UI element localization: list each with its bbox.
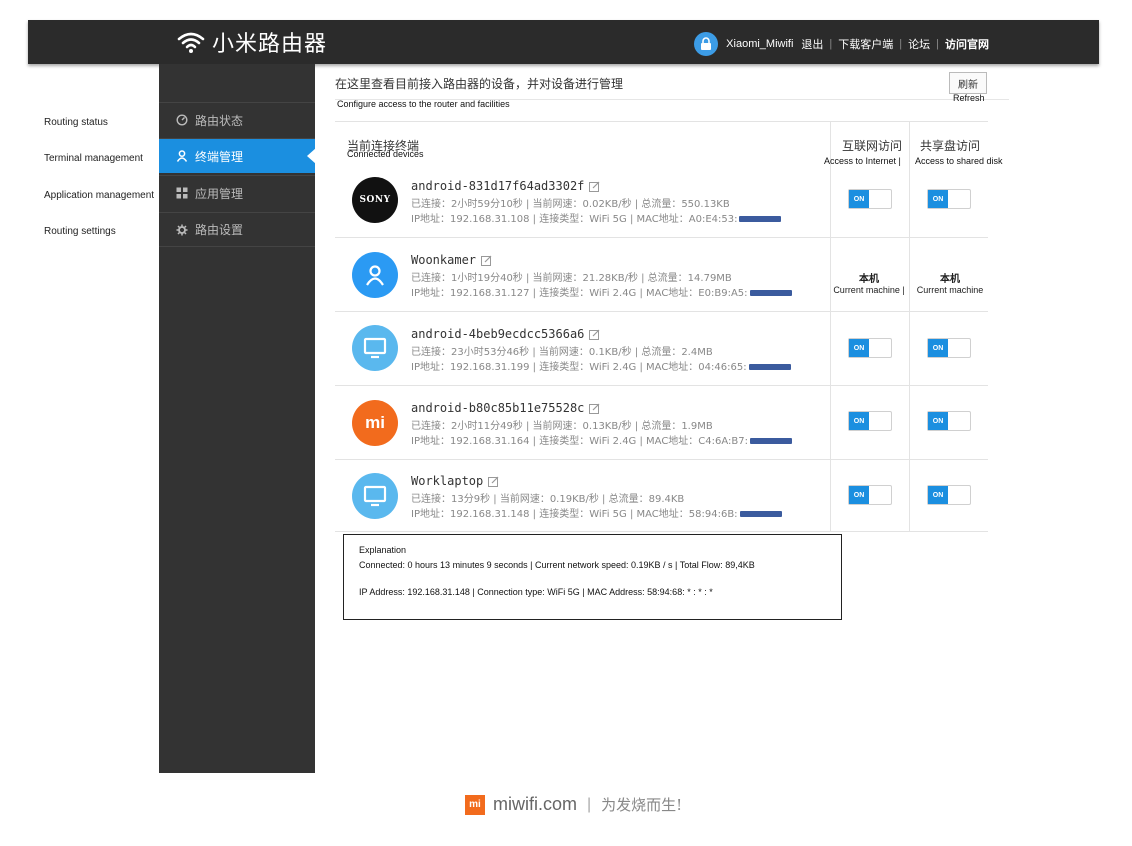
forum-link[interactable]: 论坛 — [908, 36, 930, 52]
annotation-connected-devices: Connected devices — [347, 149, 424, 159]
redaction-bar — [748, 364, 791, 370]
person-icon — [352, 252, 398, 298]
device-name: android-b80c85b11e75528c — [411, 401, 600, 415]
lock-icon — [694, 32, 719, 56]
edit-icon[interactable] — [589, 329, 600, 340]
sidebar-item-label: 路由状态 — [195, 113, 244, 128]
column-header-internet: 互联网访问 — [842, 139, 903, 153]
redaction-bar — [739, 216, 782, 222]
account-name: Xiaomi_Miwifi — [726, 38, 794, 50]
status-icon — [175, 113, 189, 127]
brand[interactable]: 小米路由器 — [176, 28, 328, 57]
explanation-title: Explanation — [359, 545, 407, 555]
explanation-line-2: IP Address: 192.168.31.148 | Connection … — [359, 587, 713, 597]
wifi-icon — [177, 32, 205, 53]
monitor-icon — [352, 473, 398, 519]
current-machine-disk: 本机 Current machine — [916, 274, 984, 295]
disk-access-toggle[interactable]: ON — [927, 411, 971, 431]
edit-icon[interactable] — [589, 403, 600, 414]
device-name: Worklaptop — [411, 474, 499, 488]
internet-access-toggle[interactable]: ON — [848, 338, 892, 358]
device-stats: 已连接：13分9秒 | 当前网速：0.19KB/秒 | 总流量：89.4KB — [411, 494, 685, 505]
annotation-configure: Configure access to the router and facil… — [337, 99, 510, 109]
refresh-button[interactable]: 刷新 — [949, 72, 987, 94]
monitor-icon — [352, 325, 398, 371]
device-stats: 已连接：2小时59分10秒 | 当前网速：0.02KB/秒 | 总流量：550.… — [411, 199, 730, 210]
divider: | — [936, 38, 939, 50]
footer-site[interactable]: miwifi.com — [493, 794, 577, 815]
logout-link[interactable]: 退出 — [801, 36, 823, 52]
device-network: IP地址：192.168.31.127 | 连接类型：WiFi 2.4G | M… — [411, 284, 792, 299]
annotation-application-management: Application management — [44, 190, 155, 201]
brand-name: 小米路由器 — [212, 32, 328, 57]
user-icon — [175, 149, 189, 163]
redaction-bar — [749, 290, 792, 296]
page-title: 在这里查看目前接入路由器的设备，并对设备进行管理 — [335, 77, 624, 91]
device-network: IP地址：192.168.31.199 | 连接类型：WiFi 2.4G | M… — [411, 358, 791, 373]
divider: | — [899, 38, 903, 50]
mi-logo: mi — [465, 794, 485, 815]
annotation-terminal-management: Terminal management — [44, 153, 143, 164]
edit-icon[interactable] — [589, 181, 600, 192]
sidebar-item-routing-status[interactable]: 路由状态 — [159, 102, 315, 137]
sidebar-item-routing-settings[interactable]: 路由设置 — [159, 212, 315, 247]
account-area: Xiaomi_Miwifi 退出 | 下载客户端 | 论坛 | 访问官网 — [694, 32, 989, 56]
footer-slogan: 为发烧而生! — [601, 796, 683, 814]
sidebar-item-label: 应用管理 — [195, 186, 244, 201]
top-bar: 小米路由器 Xiaomi_Miwifi 退出 | 下载客户端 | 论坛 | 访问… — [28, 20, 1099, 64]
column-header-disk: 共享盘访问 — [920, 139, 981, 153]
disk-access-toggle[interactable]: ON — [927, 189, 971, 209]
explanation-box: Explanation Connected: 0 hours 13 minute… — [343, 534, 842, 620]
official-site-link[interactable]: 访问官网 — [945, 36, 989, 52]
sony-logo: SONY — [352, 177, 398, 223]
device-stats: 已连接：2小时11分49秒 | 当前网速：0.13KB/秒 | 总流量：1.9M… — [411, 421, 713, 432]
internet-access-toggle[interactable]: ON — [848, 189, 892, 209]
sidebar-item-terminal-management[interactable]: 终端管理 — [159, 138, 316, 173]
apps-icon — [175, 186, 189, 200]
sidebar: 路由状态 终端管理 应用管理 路由设置 — [159, 64, 316, 773]
sidebar-item-application-management[interactable]: 应用管理 — [159, 175, 315, 210]
device-stats: 已连接：1小时19分40秒 | 当前网速：21.28KB/秒 | 总流量：14.… — [411, 273, 732, 284]
device-name: Woonkamer — [411, 253, 492, 267]
sidebar-item-label: 终端管理 — [195, 149, 244, 164]
annotation-routing-settings: Routing settings — [44, 226, 116, 237]
footer: mi miwifi.com | 为发烧而生! — [465, 794, 682, 815]
device-network: IP地址：192.168.31.164 | 连接类型：WiFi 2.4G | M… — [411, 432, 793, 447]
internet-access-toggle[interactable]: ON — [848, 485, 892, 505]
disk-access-toggle[interactable]: ON — [927, 485, 971, 505]
explanation-line-1: Connected: 0 hours 13 minutes 9 seconds … — [359, 560, 755, 570]
redaction-bar — [750, 438, 793, 444]
device-name: android-831d17f64ad3302f — [411, 179, 600, 193]
download-client-link[interactable]: 下载客户端 — [838, 36, 893, 52]
internet-access-toggle[interactable]: ON — [848, 411, 892, 431]
device-name: android-4beb9ecdcc5366a6 — [411, 327, 600, 341]
edit-icon[interactable] — [488, 476, 499, 487]
main-header: 在这里查看目前接入路由器的设备，并对设备进行管理 刷新 — [335, 72, 1009, 100]
edit-icon[interactable] — [481, 255, 492, 266]
device-network: IP地址：192.168.31.108 | 连接类型：WiFi 5G | MAC… — [411, 210, 782, 225]
disk-access-toggle[interactable]: ON — [927, 338, 971, 358]
sidebar-item-label: 路由设置 — [195, 223, 244, 237]
annotation-refresh: Refresh — [953, 93, 985, 103]
device-network: IP地址：192.168.31.148 | 连接类型：WiFi 5G | MAC… — [411, 505, 782, 520]
current-machine-internet: 本机 Current machine | — [833, 274, 905, 295]
gear-icon — [175, 223, 189, 237]
divider: | — [829, 38, 833, 50]
divider: | — [587, 795, 592, 813]
mi-logo: mi — [352, 400, 398, 446]
redaction-bar — [739, 511, 782, 517]
device-stats: 已连接：23小时53分46秒 | 当前网速：0.1KB/秒 | 总流量：2.4M… — [411, 347, 713, 358]
annotation-routing-status: Routing status — [44, 117, 108, 128]
